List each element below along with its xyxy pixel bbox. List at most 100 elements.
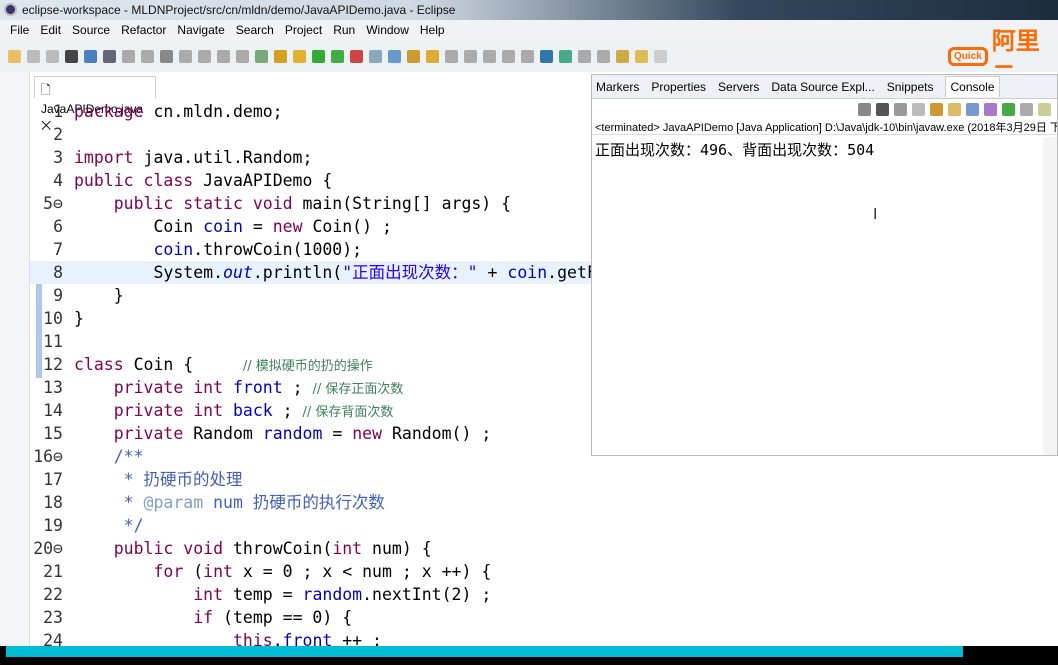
line-text: private int front ; // 保存正面次数 (74, 376, 404, 401)
toolbar-button-icon[interactable] (616, 50, 629, 63)
line-text: package cn.mldn.demo; (74, 100, 283, 123)
toolbar-button-icon[interactable] (635, 50, 648, 63)
line-number: 20⊖ (33, 539, 63, 558)
code-token: import (74, 148, 134, 167)
toolbar-button-icon[interactable] (464, 50, 477, 63)
code-token: // 模拟硬币的扔的操作 (242, 359, 373, 374)
view-tab-properties[interactable]: Properties (651, 80, 706, 94)
code-token: private int (113, 378, 224, 397)
console-tool-icon[interactable] (876, 102, 889, 116)
view-tab-snippets[interactable]: Snippets (887, 80, 934, 94)
toolbar-button-icon[interactable] (369, 50, 382, 63)
code-token: public class (74, 171, 194, 190)
toolbar-button-icon[interactable] (27, 50, 40, 63)
toolbar-button-icon[interactable] (388, 50, 401, 63)
code-line[interactable]: 20⊖ public void throwCoin(int num) { (30, 537, 1058, 560)
toolbar-button-icon[interactable] (521, 50, 534, 63)
console-tool-icon[interactable] (948, 102, 961, 116)
toolbar-button-icon[interactable] (350, 50, 363, 63)
toolbar-button-icon[interactable] (293, 50, 306, 63)
menu-help[interactable]: Help (420, 23, 445, 41)
toolbar-button-icon[interactable] (559, 50, 572, 63)
toolbar-button-icon[interactable] (160, 50, 173, 63)
toolbar-button-icon[interactable] (483, 50, 496, 63)
menu-window[interactable]: Window (366, 23, 409, 41)
code-token: java.util.Random; (133, 148, 313, 167)
menu-search[interactable]: Search (236, 23, 274, 41)
code-token: Coin { (123, 355, 243, 374)
line-text: } (74, 284, 124, 307)
code-token: new (272, 217, 303, 236)
view-tab-markers[interactable]: Markers (596, 80, 639, 94)
console-toolbar (592, 99, 1057, 119)
video-progress-bar[interactable] (6, 646, 964, 657)
toolbar-button-icon[interactable] (46, 50, 59, 63)
toolbar-button-icon[interactable] (236, 50, 249, 63)
menu-source[interactable]: Source (72, 23, 110, 41)
menu-project[interactable]: Project (285, 23, 322, 41)
console-tool-icon[interactable] (1002, 102, 1015, 116)
line-text: /** (74, 445, 144, 468)
toolbar-button-icon[interactable] (502, 50, 515, 63)
console-tool-icon[interactable] (1038, 102, 1051, 116)
toolbar-button-icon[interactable] (407, 50, 420, 63)
console-tool-icon[interactable] (1020, 102, 1033, 116)
code-line[interactable]: 18 * @param num 扔硬币的执行次数 (30, 491, 1058, 514)
console-scrollbar[interactable] (1043, 137, 1057, 455)
toolbar-button-icon[interactable] (103, 50, 116, 63)
menu-refactor[interactable]: Refactor (121, 23, 166, 41)
quick-access[interactable]: Quick (948, 46, 988, 66)
menu-navigate[interactable]: Navigate (177, 23, 224, 41)
console-tool-icon[interactable] (984, 102, 997, 116)
code-line[interactable]: 19 */ (30, 514, 1058, 537)
console-tool-icon[interactable] (894, 102, 907, 116)
code-line[interactable]: 21 for (int x = 0 ; x < num ; x ++) { (30, 560, 1058, 583)
code-token: int (203, 562, 233, 581)
view-tab-data-source-expl-[interactable]: Data Source Expl... (771, 80, 874, 94)
toolbar-button-icon[interactable] (198, 50, 211, 63)
toolbar-button-icon[interactable] (255, 50, 268, 63)
toolbar-button-icon[interactable] (122, 50, 135, 63)
console-output[interactable]: 正面出现次数：496、背面出现次数：504 (592, 135, 1057, 164)
code-token: } (74, 309, 84, 328)
code-line[interactable]: 22 int temp = random.nextInt(2) ; (30, 583, 1058, 606)
toolbar-button-icon[interactable] (331, 50, 344, 63)
menu-run[interactable]: Run (333, 23, 355, 41)
menu-edit[interactable]: Edit (40, 23, 61, 41)
toolbar-button-icon[interactable] (654, 50, 667, 63)
code-token: (temp == 0) { (213, 608, 353, 627)
view-tab-servers[interactable]: Servers (718, 80, 759, 94)
toolbar-button-icon[interactable] (426, 50, 439, 63)
toolbar-button-icon[interactable] (540, 50, 553, 63)
menu-file[interactable]: File (10, 23, 29, 41)
code-token: class (74, 355, 124, 374)
console-tool-icon[interactable] (858, 102, 871, 116)
toolbar-button-icon[interactable] (597, 50, 610, 63)
code-line[interactable]: 17 * 扔硬币的处理 (30, 468, 1058, 491)
toolbar-button-icon[interactable] (65, 50, 78, 63)
code-token: .throwCoin(1000); (193, 240, 363, 259)
line-number: 22 (43, 585, 63, 604)
code-token: x = 0 ; x < num ; x ++) { (232, 562, 492, 581)
toolbar-button-icon[interactable] (179, 50, 192, 63)
toolbar-button-icon[interactable] (445, 50, 458, 63)
toolbar-button-icon[interactable] (8, 50, 21, 63)
code-token: if (193, 608, 214, 627)
console-tool-icon[interactable] (930, 102, 943, 116)
toolbar-button-icon[interactable] (274, 50, 287, 63)
code-token: num) { (362, 539, 432, 558)
watermark-logo: Quick阿里云 (948, 28, 1058, 90)
toolbar-button-icon[interactable] (312, 50, 325, 63)
toolbar-button-icon[interactable] (84, 50, 97, 63)
toolbar-button-icon[interactable] (141, 50, 154, 63)
code-line[interactable]: 23 if (temp == 0) { (30, 606, 1058, 629)
console-tool-icon[interactable] (912, 102, 925, 116)
editor-tab[interactable]: 🗋 JavaAPIDemo.java ✕ (34, 76, 156, 132)
toolbar-button-icon[interactable] (578, 50, 591, 63)
line-text: coin.throwCoin(1000); (74, 238, 362, 261)
view-tab-console[interactable]: Console (945, 76, 1000, 97)
toolbar-button-icon[interactable] (217, 50, 230, 63)
console-tool-icon[interactable] (966, 102, 979, 116)
line-text: public void throwCoin(int num) { (74, 537, 432, 560)
